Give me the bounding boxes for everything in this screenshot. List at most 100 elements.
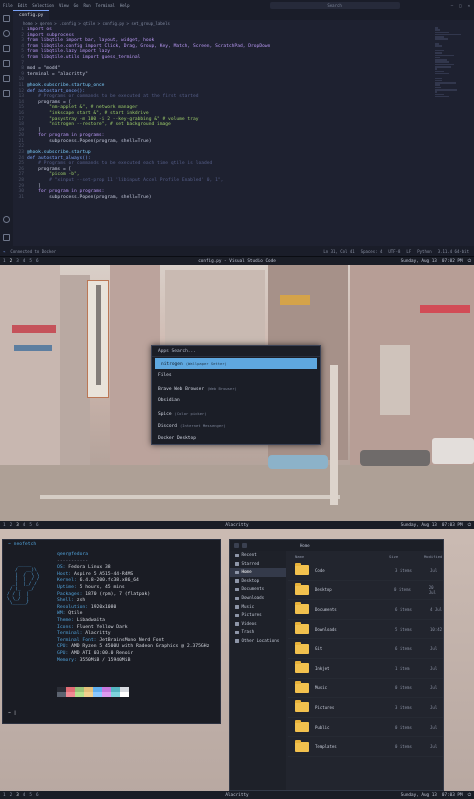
status-item[interactable]: UTF-8	[388, 249, 400, 254]
menu-item-file[interactable]: File	[3, 3, 13, 8]
path-bar[interactable]: Home	[300, 543, 310, 548]
sidebar-item-desktop[interactable]: Desktop	[230, 577, 286, 586]
minimap-line	[435, 38, 448, 40]
sidebar-item-home[interactable]: Home	[230, 568, 286, 577]
command-center-search[interactable]: Search	[269, 1, 400, 9]
file-row[interactable]: Git 6 items Jul	[288, 639, 443, 659]
maximize-icon[interactable]: □	[459, 3, 461, 8]
file-row[interactable]: Templates 0 items Jul	[288, 737, 443, 757]
file-row[interactable]: Code 3 items Jul	[288, 561, 443, 581]
column-size[interactable]: Size	[389, 554, 424, 559]
power-icon[interactable]: ⏻	[468, 259, 471, 264]
window-title: Alacritty	[225, 792, 249, 798]
sidebar-item-recent[interactable]: Recent	[230, 551, 286, 560]
file-row[interactable]: Documents 6 items 4 Jul	[288, 600, 443, 620]
workspace-4[interactable]: 4	[23, 259, 26, 264]
breadcrumb[interactable]: home > qeren > .config > qtile > config.…	[13, 20, 170, 27]
remote-explorer-icon[interactable]	[3, 90, 10, 97]
sidebar-item-downloads[interactable]: Downloads	[230, 594, 286, 603]
run-debug-icon[interactable]	[3, 60, 10, 67]
sidebar-item-documents[interactable]: Documents	[230, 585, 286, 594]
forward-icon[interactable]	[242, 543, 247, 548]
source-control-icon[interactable]	[3, 45, 10, 52]
menu-item-view[interactable]: View	[59, 3, 69, 8]
workspace-1[interactable]: 1	[3, 259, 6, 264]
status-item[interactable]: Spaces: 4	[361, 249, 383, 254]
code-editor[interactable]: 1 import os 2 import subprocess 3 from libqti…	[13, 27, 433, 247]
launcher-item[interactable]: Discord (Internet Messenger)	[152, 420, 320, 433]
launcher-item-name: Brave Web Browser	[158, 386, 205, 392]
status-item[interactable]: Python	[417, 249, 431, 254]
menu-item-edit[interactable]: Edit	[18, 3, 28, 8]
sidebar-item-pictures[interactable]: Pictures	[230, 611, 286, 620]
desktop-workspace-3: 123456 Alacritty Sunday, Aug 13 07:03 PM…	[0, 521, 474, 799]
file-row[interactable]: Public 0 items Jul	[288, 718, 443, 738]
launcher-item[interactable]: Files	[152, 370, 320, 383]
code-line: 31 subprocess.Popen(program, shell=True)	[13, 195, 433, 201]
folder-icon	[295, 739, 309, 752]
workspace-3[interactable]: 3	[16, 259, 19, 264]
status-item[interactable]: LF	[406, 249, 411, 254]
folder-icon	[295, 563, 309, 576]
neofetch-value: 6.4.8-200.fc38.x86_64	[76, 578, 139, 584]
launcher-item-name: Discord	[158, 424, 177, 429]
alacritty-terminal[interactable]: ~ neofetch _____ / __)\ | / \ \ | | / / …	[2, 539, 221, 724]
extensions-icon[interactable]	[3, 75, 10, 82]
clock-date: Sunday, Aug 13	[400, 258, 437, 264]
launcher-search-input[interactable]: Apps Search...	[152, 346, 320, 357]
workspace-2[interactable]: 2	[10, 259, 13, 264]
sidebar-item-trash[interactable]: Trash	[230, 628, 286, 637]
file-modified: Jul	[430, 665, 438, 671]
menu-item-terminal[interactable]: Terminal	[96, 3, 115, 8]
status-item[interactable]: Ln 31, Col 41	[323, 249, 354, 254]
file-row[interactable]: Inkjet 1 item Jul	[288, 659, 443, 679]
status-remote-label[interactable]: Connected to Docker	[10, 249, 56, 254]
launcher-item[interactable]: Docker Desktop	[152, 433, 320, 446]
launcher-item[interactable]: Spice (Color picker)	[152, 408, 320, 421]
color-swatch	[84, 692, 93, 697]
terminal-command: ~ neofetch	[8, 542, 37, 547]
minimap[interactable]	[435, 27, 461, 117]
downloads-icon	[235, 596, 239, 601]
sidebar-item-videos[interactable]: Videos	[230, 620, 286, 629]
sidebar-item-label: Downloads	[241, 594, 265, 600]
file-row[interactable]: Desktop 0 items 20 Jul	[288, 581, 443, 601]
launcher-item[interactable]: nitrogen (Wallpaper Setter)	[155, 358, 317, 369]
file-row[interactable]: Music 0 items Jul	[288, 679, 443, 699]
workspace-6[interactable]: 6	[36, 259, 39, 264]
sidebar-item-starred[interactable]: Starred	[230, 560, 286, 569]
status-item[interactable]: 3.11.4 64-bit	[438, 249, 469, 254]
minimize-icon[interactable]: –	[451, 3, 453, 8]
menu-item-help[interactable]: Help	[120, 3, 130, 8]
menu-item-go[interactable]: Go	[74, 3, 79, 8]
file-row[interactable]: Pictures 3 items Jul	[288, 698, 443, 718]
remote-icon[interactable]: ⌁	[3, 249, 5, 254]
tab-config-py[interactable]: config.py	[13, 10, 50, 20]
minimap-line	[435, 45, 442, 47]
sidebar-item-music[interactable]: Music	[230, 603, 286, 612]
sidebar-item-other-locations[interactable]: Other Locations	[230, 637, 286, 646]
neofetch-row: Terminal: Alacritty	[57, 631, 209, 638]
terminal-prompt[interactable]: ~ |	[8, 711, 16, 716]
search-icon[interactable]	[3, 30, 10, 37]
file-row[interactable]: Downloads 5 items 10:42	[288, 620, 443, 640]
launcher-item[interactable]: Brave Web Browser (Web Browser)	[152, 383, 320, 396]
explorer-icon[interactable]	[3, 15, 10, 22]
column-modified[interactable]: Modified	[424, 554, 442, 559]
minimap-line	[435, 93, 444, 96]
file-modified: 4 Jul	[430, 606, 443, 612]
files-headerbar: Home	[230, 540, 443, 551]
back-icon[interactable]	[234, 543, 239, 548]
app-launcher[interactable]: Apps Search... nitrogen (Wallpaper Setter…	[151, 345, 321, 445]
folder-icon	[295, 622, 309, 635]
menu-item-run[interactable]: Run	[83, 3, 90, 8]
workspace-5[interactable]: 5	[29, 259, 32, 264]
minimap-line	[435, 89, 458, 91]
close-icon[interactable]: ✕	[468, 3, 470, 8]
column-name[interactable]: Name	[288, 554, 389, 559]
launcher-item[interactable]: Obsidian	[152, 395, 320, 408]
account-icon[interactable]	[3, 216, 10, 223]
minimap-line	[435, 56, 440, 59]
menu-item-selection[interactable]: Selection	[32, 3, 54, 8]
settings-gear-icon[interactable]	[3, 234, 10, 241]
